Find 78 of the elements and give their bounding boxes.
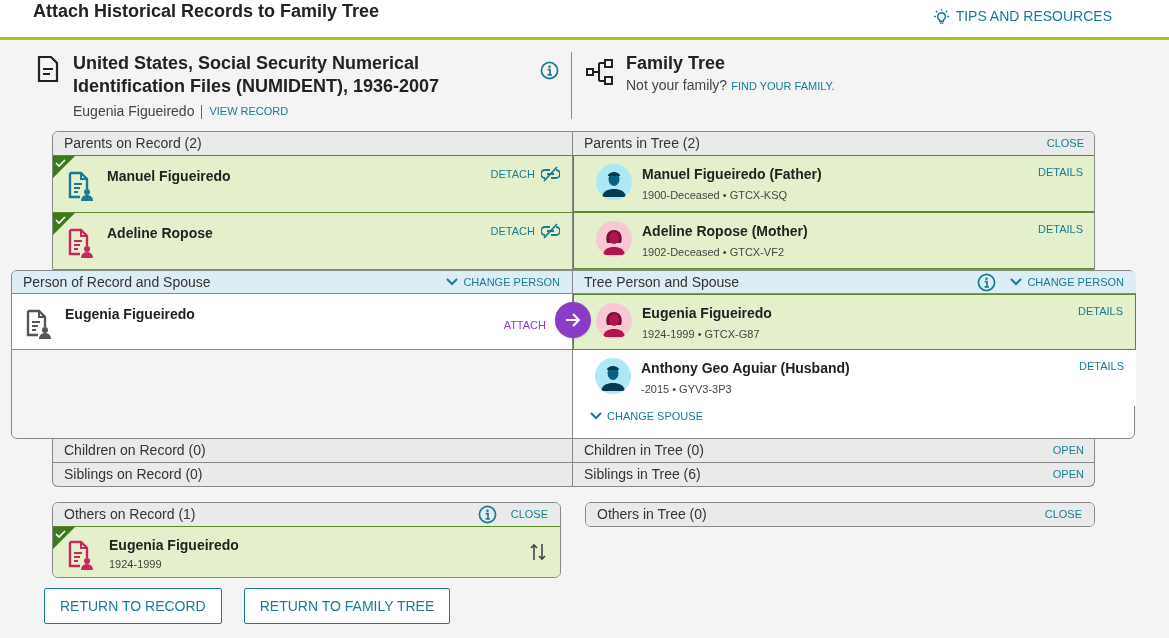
section-heading: Others on Record (1) <box>64 505 196 524</box>
unlink-icon <box>541 223 560 240</box>
section-heading: Person of Record and Spouse <box>23 272 211 292</box>
info-icon <box>540 61 559 80</box>
person-name: Eugenia Figueiredo <box>109 536 240 555</box>
text-link[interactable]: FIND YOUR FAMILY. <box>731 78 835 95</box>
avatar-silhouette-icon <box>596 164 632 200</box>
person-details: 1924-1999 <box>109 557 163 572</box>
text-link[interactable]: DETACH <box>490 166 535 183</box>
page-title: Attach Historical Records to Family Tree <box>33 0 380 23</box>
attached-check-icon <box>53 527 75 549</box>
change-person-link[interactable]: CHANGE PERSON <box>1010 273 1124 291</box>
record-person-icon <box>67 171 93 201</box>
attached-check-icon <box>53 156 75 178</box>
tree-person-row[interactable]: Manuel Figueiredo (Father) 1900-Deceased • GTCX-KSQ DETAILS <box>573 155 1094 212</box>
tree-prompt: Not your family? <box>626 76 728 95</box>
person-details: 1902-Deceased • GTCX-VF2 <box>642 245 786 260</box>
person-details: -2015 • GYV3-3P3 <box>641 382 733 397</box>
section-heading: Siblings in Tree (6) <box>584 465 701 484</box>
record-person-icon <box>25 309 51 339</box>
text-link[interactable]: DETAILS <box>1077 303 1123 320</box>
chevron-down-icon <box>446 278 459 286</box>
unlink-icon <box>541 166 560 183</box>
tree-diagram-icon <box>586 58 614 86</box>
record-row[interactable]: Manuel Figueiredo DETACH <box>53 155 572 212</box>
record-row[interactable]: Adeline Ropose DETACH <box>53 212 572 269</box>
person-name: Manuel Figueiredo (Father) <box>642 165 823 184</box>
person-name: Eugenia Figueiredo <box>65 305 196 324</box>
text-link[interactable]: CLOSE <box>1044 506 1082 523</box>
chevron-down-icon <box>590 412 602 421</box>
record-row[interactable]: Eugenia Figueiredo 1924-1999 <box>53 526 560 577</box>
tree-title: Family Tree <box>626 52 727 75</box>
section-heading: Others in Tree (0) <box>597 505 707 524</box>
avatar-silhouette-icon <box>596 221 632 257</box>
lightbulb-icon <box>932 8 950 25</box>
person-name: Eugenia Figueiredo <box>642 304 773 323</box>
attach-link[interactable]: ATTACH <box>503 317 546 334</box>
chevron-down-icon <box>1010 278 1023 286</box>
info-icon <box>977 272 997 292</box>
text-link[interactable]: VIEW RECORD <box>209 103 289 120</box>
text-link[interactable]: OPEN <box>1052 466 1084 483</box>
section-heading: Siblings on Record (0) <box>64 465 203 484</box>
change-person-link[interactable]: CHANGE PERSON <box>446 273 560 291</box>
change-spouse-link[interactable]: CHANGE SPOUSE <box>590 408 703 425</box>
person-name: Adeline Ropose (Mother) <box>642 222 809 241</box>
swap-arrows-icon <box>530 543 546 561</box>
avatar-silhouette-icon <box>596 303 632 339</box>
person-details: 1900-Deceased • GTCX-KSQ <box>642 188 789 203</box>
document-icon <box>37 55 59 83</box>
person-details: 1924-1999 • GTCX-G87 <box>642 327 761 342</box>
person-name: Anthony Geo Aguiar (Husband) <box>641 359 851 378</box>
text-link[interactable]: DETACH <box>490 223 535 240</box>
avatar-silhouette-icon <box>595 358 631 394</box>
text-link[interactable]: DETAILS <box>1078 358 1124 375</box>
tree-person-row[interactable]: Eugenia Figueiredo 1924-1999 • GTCX-G87 DETAILS <box>573 294 1136 350</box>
text-link[interactable]: OPEN <box>1052 442 1084 459</box>
return-button[interactable]: RETURN TO RECORD <box>44 588 222 624</box>
text-link[interactable]: DETAILS <box>1037 221 1083 238</box>
record-person-name: Eugenia Figueiredo <box>73 102 195 121</box>
tree-person-row[interactable]: Adeline Ropose (Mother) 1902-Deceased • GTCX-VF2 DETAILS <box>573 212 1094 269</box>
section-heading: Tree Person and Spouse <box>584 272 740 292</box>
section-heading: Parents on Record (2) <box>64 134 202 153</box>
section-heading: Parents in Tree (2) <box>584 134 700 153</box>
person-name: Adeline Ropose <box>107 224 214 243</box>
text-link[interactable]: CLOSE <box>510 506 548 523</box>
person-name: Manuel Figueiredo <box>107 167 232 186</box>
record-person-icon <box>67 228 93 258</box>
return-button[interactable]: RETURN TO FAMILY TREE <box>243 588 451 624</box>
arrow-right-icon <box>565 312 581 328</box>
record-title: United States, Social Security Numerical Identification Files (NUMIDENT), 1936-2007 <box>73 52 441 98</box>
info-icon <box>477 505 497 524</box>
attached-check-icon <box>53 213 75 235</box>
record-person-icon <box>67 540 93 570</box>
section-heading: Children in Tree (0) <box>584 441 704 460</box>
tips-link[interactable]: TIPS AND RESOURCES <box>932 6 1112 27</box>
section-heading: Children on Record (0) <box>64 441 206 460</box>
text-link[interactable]: CLOSE <box>1046 135 1084 152</box>
text-link[interactable]: DETAILS <box>1037 164 1083 181</box>
